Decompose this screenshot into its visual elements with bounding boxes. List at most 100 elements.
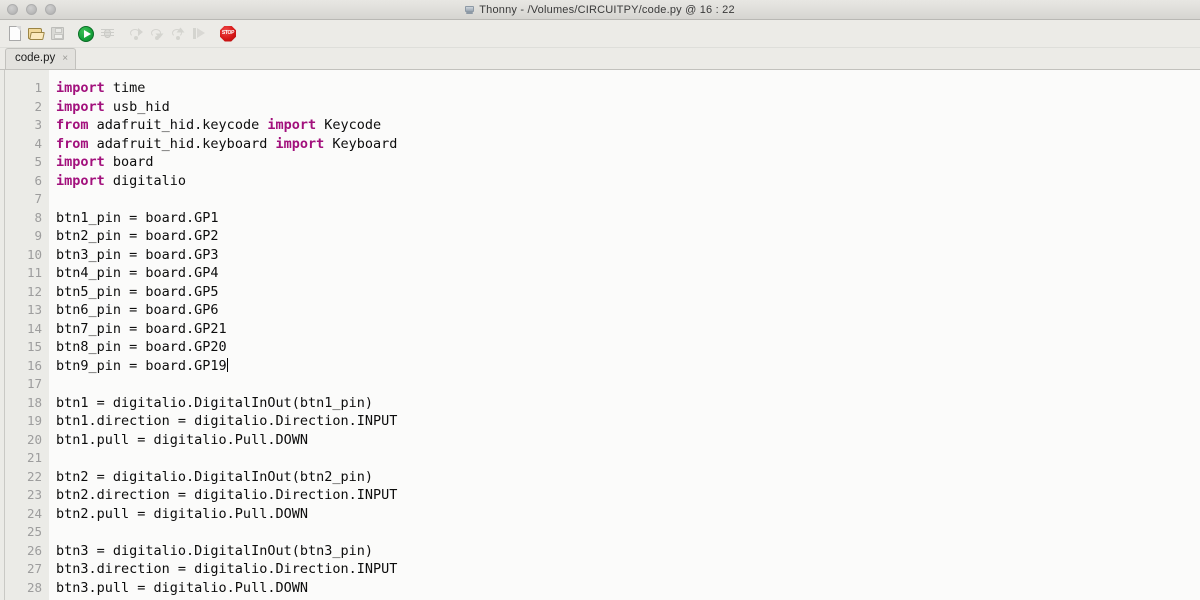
line-number: 9 [5, 227, 42, 246]
code-text: adafruit_hid.keyboard [89, 136, 276, 152]
code-line[interactable]: btn8_pin = board.GP20 [56, 338, 1200, 357]
code-keyword: import [56, 154, 105, 170]
code-line[interactable]: import board [56, 153, 1200, 172]
code-line[interactable]: from adafruit_hid.keycode import Keycode [56, 116, 1200, 135]
code-text: digitalio [105, 173, 186, 189]
line-number: 6 [5, 172, 42, 191]
code-line[interactable]: btn5_pin = board.GP5 [56, 283, 1200, 302]
code-line[interactable]: btn2_pin = board.GP2 [56, 227, 1200, 246]
code-line[interactable]: btn4_pin = board.GP4 [56, 264, 1200, 283]
step-out-icon [171, 27, 185, 40]
code-text-area[interactable]: import timeimport usb_hidfrom adafruit_h… [49, 70, 1200, 600]
close-window-button[interactable] [7, 4, 18, 15]
thonny-window: Thonny - /Volumes/CIRCUITPY/code.py @ 16… [0, 0, 1200, 600]
code-line[interactable]: btn3 = digitalio.DigitalInOut(btn3_pin) [56, 542, 1200, 561]
run-button[interactable] [76, 23, 96, 45]
code-text: btn1.pull = digitalio.Pull.DOWN [56, 432, 308, 448]
code-text: btn6_pin = board.GP6 [56, 302, 219, 318]
stop-button[interactable]: STOP [218, 23, 238, 45]
open-folder-icon [28, 27, 44, 40]
close-icon[interactable]: × [62, 54, 68, 64]
code-line[interactable]: btn3.direction = digitalio.Direction.INP… [56, 560, 1200, 579]
code-line[interactable]: btn2 = digitalio.DigitalInOut(btn2_pin) [56, 468, 1200, 487]
line-number: 7 [5, 190, 42, 209]
code-line[interactable]: import time [56, 79, 1200, 98]
line-number-gutter: 1234567891011121314151617181920212223242… [5, 70, 49, 600]
code-line[interactable]: btn2.pull = digitalio.Pull.DOWN [56, 505, 1200, 524]
step-out-button[interactable] [168, 23, 188, 45]
debug-button[interactable] [97, 23, 117, 45]
code-line[interactable]: btn6_pin = board.GP6 [56, 301, 1200, 320]
step-into-button[interactable] [147, 23, 167, 45]
code-editor[interactable]: 1234567891011121314151617181920212223242… [0, 70, 1200, 600]
line-number: 28 [5, 579, 42, 598]
step-over-icon [129, 27, 143, 40]
code-keyword: import [267, 117, 316, 133]
code-text: btn1 = digitalio.DigitalInOut(btn1_pin) [56, 395, 373, 411]
new-file-icon [9, 26, 21, 41]
code-line[interactable]: from adafruit_hid.keyboard import Keyboa… [56, 135, 1200, 154]
line-number: 22 [5, 468, 42, 487]
code-text: Keycode [316, 117, 381, 133]
new-file-button[interactable] [5, 23, 25, 45]
tab-code-py[interactable]: code.py × [5, 48, 76, 69]
code-line[interactable]: btn9_pin = board.GP19 [56, 357, 1200, 376]
code-text: time [105, 80, 146, 96]
code-text: btn2.direction = digitalio.Direction.INP… [56, 487, 397, 503]
code-text: btn1.direction = digitalio.Direction.INP… [56, 413, 397, 429]
code-line[interactable]: btn3_pin = board.GP3 [56, 246, 1200, 265]
open-file-button[interactable] [26, 23, 46, 45]
line-number: 1 [5, 79, 42, 98]
code-text: adafruit_hid.keycode [89, 117, 268, 133]
tab-label: code.py [15, 53, 55, 65]
save-file-button[interactable] [47, 23, 67, 45]
code-line[interactable]: btn7_pin = board.GP21 [56, 320, 1200, 339]
code-text: btn2.pull = digitalio.Pull.DOWN [56, 506, 308, 522]
code-line[interactable] [56, 449, 1200, 468]
zoom-window-button[interactable] [45, 4, 56, 15]
resume-button[interactable] [189, 23, 209, 45]
app-document-icon [465, 5, 474, 14]
line-number: 19 [5, 412, 42, 431]
main-toolbar: STOP [0, 20, 1200, 48]
code-text: btn1_pin = board.GP1 [56, 210, 219, 226]
line-number: 15 [5, 338, 42, 357]
minimize-window-button[interactable] [26, 4, 37, 15]
code-line[interactable]: btn1_pin = board.GP1 [56, 209, 1200, 228]
line-number: 20 [5, 431, 42, 450]
code-text: board [105, 154, 154, 170]
code-line[interactable]: import digitalio [56, 172, 1200, 191]
editor-tabstrip: code.py × [0, 48, 1200, 70]
code-text: btn7_pin = board.GP21 [56, 321, 227, 337]
code-line[interactable]: btn2.direction = digitalio.Direction.INP… [56, 486, 1200, 505]
code-text: btn3_pin = board.GP3 [56, 247, 219, 263]
debug-bug-icon [101, 27, 114, 40]
code-line[interactable]: btn3.pull = digitalio.Pull.DOWN [56, 579, 1200, 598]
code-line[interactable] [56, 523, 1200, 542]
run-play-icon [78, 26, 94, 42]
code-text: btn4_pin = board.GP4 [56, 265, 219, 281]
line-number: 21 [5, 449, 42, 468]
window-title: Thonny - /Volumes/CIRCUITPY/code.py @ 16… [465, 4, 735, 16]
code-line[interactable]: import usb_hid [56, 98, 1200, 117]
step-over-button[interactable] [126, 23, 146, 45]
line-number: 24 [5, 505, 42, 524]
line-number: 13 [5, 301, 42, 320]
line-number: 11 [5, 264, 42, 283]
code-line[interactable] [56, 190, 1200, 209]
line-number: 23 [5, 486, 42, 505]
line-number: 16 [5, 357, 42, 376]
line-number: 2 [5, 98, 42, 117]
step-into-icon [150, 27, 164, 40]
line-number: 5 [5, 153, 42, 172]
code-text: btn2_pin = board.GP2 [56, 228, 219, 244]
code-line[interactable] [56, 375, 1200, 394]
code-line[interactable]: btn1.pull = digitalio.Pull.DOWN [56, 431, 1200, 450]
code-line[interactable]: btn1 = digitalio.DigitalInOut(btn1_pin) [56, 394, 1200, 413]
line-number: 3 [5, 116, 42, 135]
code-keyword: import [56, 99, 105, 115]
code-line[interactable]: btn1.direction = digitalio.Direction.INP… [56, 412, 1200, 431]
code-text: btn3.pull = digitalio.Pull.DOWN [56, 580, 308, 596]
code-text: btn3 = digitalio.DigitalInOut(btn3_pin) [56, 543, 373, 559]
code-keyword: from [56, 136, 89, 152]
